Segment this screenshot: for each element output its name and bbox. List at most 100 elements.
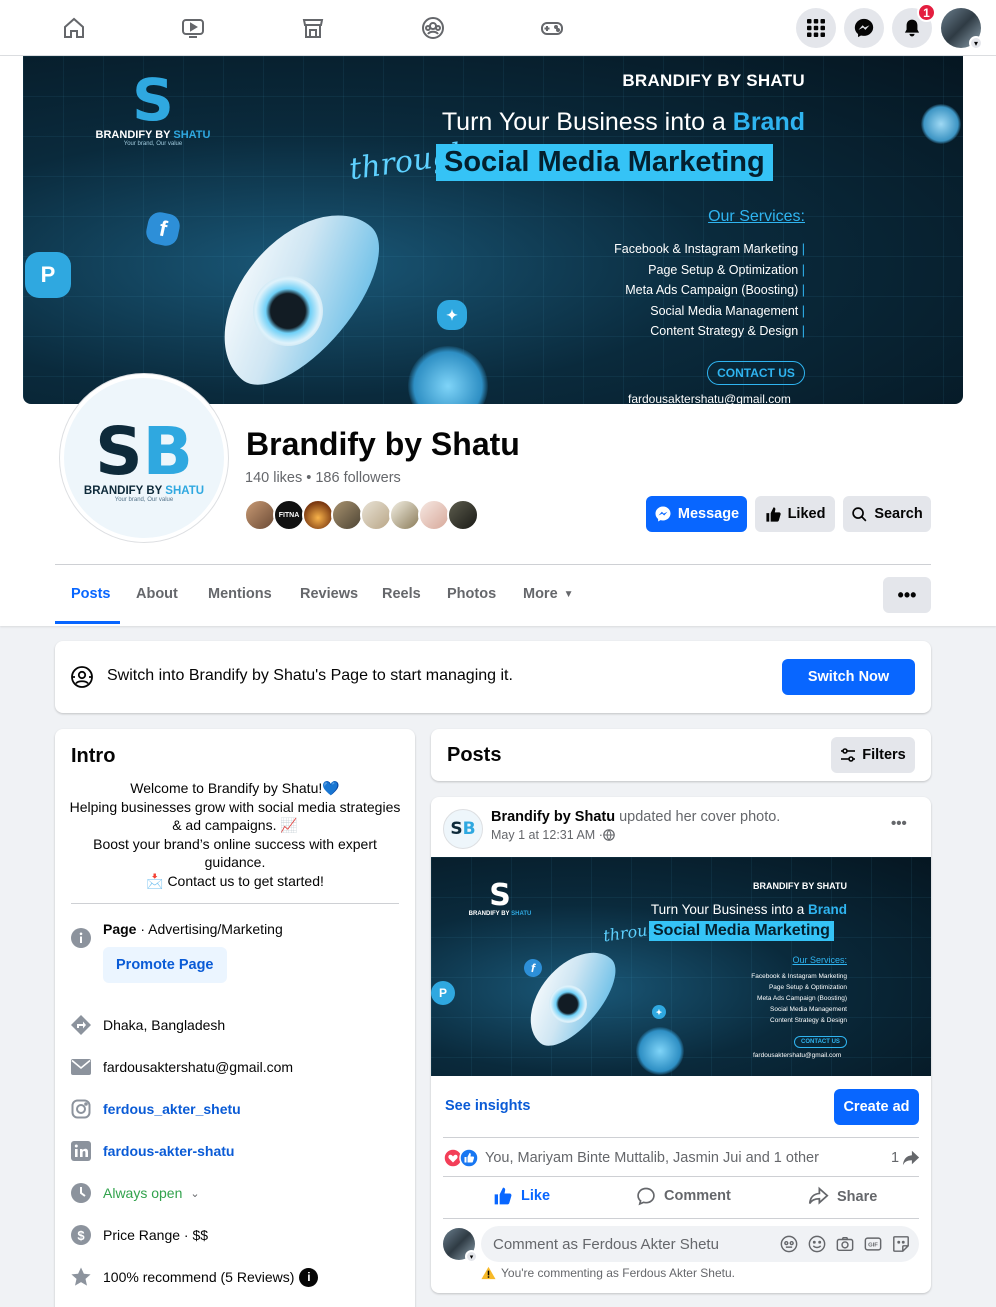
tab-posts[interactable]: Posts bbox=[71, 586, 111, 602]
tab-reviews[interactable]: Reviews bbox=[300, 586, 358, 602]
follower-avatar[interactable] bbox=[389, 499, 421, 531]
like-reaction-icon bbox=[459, 1148, 479, 1168]
comment-input[interactable]: Comment as Ferdous Akter Shetu GIF bbox=[481, 1226, 919, 1262]
switch-banner-text: Switch into Brandify by Shatu's Page to … bbox=[107, 667, 513, 684]
thumbs-up-icon bbox=[765, 506, 781, 522]
intro-location: Dhaka, Bangladesh bbox=[71, 1015, 399, 1035]
intro-card: Intro Welcome to Brandify by Shatu!💙 Hel… bbox=[55, 729, 415, 1307]
create-ad-button[interactable]: Create ad bbox=[834, 1089, 919, 1125]
switch-now-button[interactable]: Switch Now bbox=[782, 659, 915, 695]
video-icon[interactable] bbox=[179, 14, 207, 42]
follower-avatar[interactable] bbox=[447, 499, 479, 531]
filters-button[interactable]: Filters bbox=[831, 737, 915, 773]
search-icon bbox=[852, 506, 867, 521]
comment-bubble-icon bbox=[637, 1187, 655, 1206]
chevron-down-icon: ▾ bbox=[969, 36, 983, 50]
twitter-icon: ✦ bbox=[437, 300, 467, 330]
header-divider bbox=[55, 564, 931, 565]
follower-avatar[interactable] bbox=[302, 499, 334, 531]
avatar-sticker-icon[interactable] bbox=[780, 1235, 798, 1253]
cover-headline: Turn Your Business into a Brand bbox=[441, 108, 805, 136]
cover-services-title: Our Services: bbox=[708, 208, 805, 225]
blurred-bubble-icon bbox=[921, 104, 961, 144]
cover-photo[interactable]: f P ✦ S BRANDIFY BY SHATU Your brand, Ou… bbox=[23, 56, 963, 404]
gif-icon[interactable]: GIF bbox=[864, 1235, 882, 1253]
tab-about[interactable]: About bbox=[136, 586, 178, 602]
grid-icon bbox=[807, 19, 825, 37]
groups-icon[interactable] bbox=[419, 14, 447, 42]
post-cover-image[interactable]: f P ✦ S BRANDIFY BY SHATU BRANDIFY BY SH… bbox=[431, 857, 931, 1076]
intro-divider bbox=[71, 903, 399, 904]
notifications-button[interactable]: 1 bbox=[892, 3, 936, 48]
posts-title: Posts bbox=[447, 744, 502, 766]
page-stats[interactable]: 140 likes • 186 followers bbox=[245, 470, 401, 486]
intro-page-category: Page · Advertising/Marketing Promote Pag… bbox=[71, 921, 399, 983]
cover-contact-badge: CONTACT US bbox=[707, 361, 805, 385]
promote-page-button[interactable]: Promote Page bbox=[103, 947, 227, 983]
gaming-icon[interactable] bbox=[538, 14, 566, 42]
blurred-like-bubble-icon bbox=[636, 1027, 684, 1075]
follower-avatar[interactable] bbox=[418, 499, 450, 531]
intro-instagram[interactable]: ferdous_akter_shetu bbox=[71, 1099, 399, 1119]
sticker-icon[interactable] bbox=[892, 1235, 910, 1253]
info-icon[interactable]: i bbox=[299, 1267, 319, 1287]
tab-reels[interactable]: Reels bbox=[382, 586, 421, 602]
intro-price-range: $ Price Range · $$ bbox=[71, 1225, 399, 1245]
intro-hours[interactable]: Always open ⌄ bbox=[71, 1183, 399, 1203]
post-author-avatar[interactable]: SB bbox=[443, 809, 483, 849]
post-options-ellipsis-icon[interactable]: ••• bbox=[891, 815, 907, 832]
post-header-line: Brandify by Shatu updated her cover phot… bbox=[491, 809, 781, 825]
messenger-button[interactable] bbox=[844, 8, 884, 48]
rocket-window bbox=[253, 276, 323, 346]
page-title: Brandify by Shatu bbox=[246, 426, 520, 462]
tab-more[interactable]: More ▼ bbox=[523, 586, 574, 602]
liked-button[interactable]: Liked bbox=[755, 496, 835, 532]
page-profile-picture[interactable]: SB BRANDIFY BY SHATU Your brand, Our val… bbox=[60, 374, 228, 542]
commenting-as-note: You're commenting as Ferdous Akter Shetu… bbox=[481, 1266, 735, 1280]
share-count[interactable]: 1 bbox=[891, 1149, 920, 1167]
post-author[interactable]: Brandify by Shatu bbox=[491, 809, 615, 825]
star-icon bbox=[71, 1267, 91, 1287]
chevron-down-icon: ⌄ bbox=[190, 1187, 200, 1200]
account-avatar[interactable]: ▾ bbox=[941, 8, 983, 50]
follower-avatar[interactable]: FITNA bbox=[273, 499, 305, 531]
messenger-icon bbox=[854, 18, 874, 38]
emoji-icon[interactable] bbox=[808, 1235, 826, 1253]
follower-avatar[interactable] bbox=[360, 499, 392, 531]
comment-button[interactable]: Comment bbox=[636, 1186, 731, 1206]
chevron-down-icon: ▾ bbox=[465, 1250, 478, 1263]
see-insights-link[interactable]: See insights bbox=[445, 1098, 530, 1114]
like-button[interactable]: Like bbox=[493, 1186, 550, 1206]
cover-email: fardousaktershatu@gmail.com bbox=[628, 392, 791, 404]
reaction-summary[interactable]: You, Mariyam Binte Muttalib, Jasmin Jui … bbox=[443, 1148, 819, 1168]
intro-bio: Welcome to Brandify by Shatu!💙 Helping b… bbox=[69, 780, 401, 889]
pinterest-icon: P bbox=[431, 981, 455, 1005]
tab-mentions[interactable]: Mentions bbox=[208, 586, 272, 602]
share-arrow-icon bbox=[808, 1186, 829, 1205]
search-button[interactable]: Search bbox=[843, 496, 931, 532]
cover-logo: S BRANDIFY BY SHATU Your brand, Our valu… bbox=[95, 66, 211, 147]
switch-profile-icon bbox=[70, 665, 94, 694]
top-navigation-bar: 1 ▾ bbox=[0, 0, 996, 56]
menu-grid-button[interactable] bbox=[796, 8, 836, 48]
share-arrow-icon bbox=[902, 1150, 920, 1166]
tab-photos[interactable]: Photos bbox=[447, 586, 496, 602]
switch-page-banner: Switch into Brandify by Shatu's Page to … bbox=[55, 641, 931, 713]
post-divider bbox=[443, 1137, 919, 1138]
intro-title: Intro bbox=[71, 745, 116, 767]
share-button[interactable]: Share bbox=[808, 1186, 877, 1207]
follower-avatar[interactable] bbox=[244, 499, 276, 531]
mail-icon bbox=[71, 1057, 91, 1077]
more-options-button[interactable]: ••• bbox=[883, 577, 931, 613]
post-timestamp[interactable]: May 1 at 12:31 AM · bbox=[491, 828, 615, 842]
caret-down-icon: ▼ bbox=[563, 588, 574, 600]
commenter-avatar[interactable]: ▾ bbox=[443, 1228, 478, 1263]
intro-linkedin[interactable]: fardous-akter-shatu bbox=[71, 1141, 399, 1161]
ellipsis-icon: ••• bbox=[897, 584, 917, 605]
instagram-icon bbox=[71, 1099, 91, 1119]
marketplace-icon[interactable] bbox=[299, 14, 327, 42]
follower-avatar[interactable] bbox=[331, 499, 363, 531]
home-icon[interactable] bbox=[60, 14, 88, 42]
message-button[interactable]: Message bbox=[646, 496, 747, 532]
camera-icon[interactable] bbox=[836, 1235, 854, 1253]
